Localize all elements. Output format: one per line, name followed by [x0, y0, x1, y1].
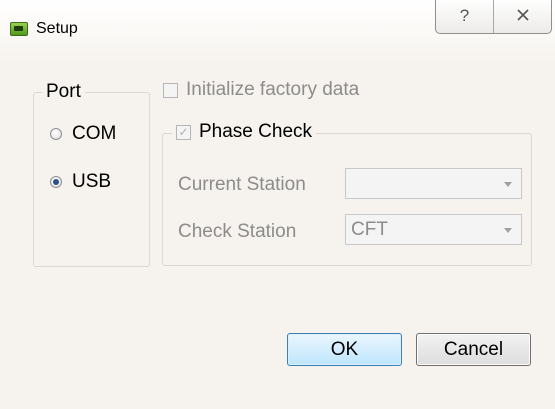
phase-check-box[interactable]: ✓ [176, 124, 191, 140]
help-icon: ? [459, 6, 470, 25]
setup-dialog: Setup ? Port COM USB Initialize factory … [0, 0, 555, 409]
radio-usb[interactable]: USB [50, 171, 111, 193]
initialize-factory-data-label: Initialize factory data [186, 79, 360, 100]
radio-usb-label: USB [72, 171, 112, 192]
port-group-title: Port [42, 81, 85, 103]
current-station-label: Current Station [178, 174, 306, 195]
radio-usb-indicator[interactable] [50, 176, 62, 188]
title-bar[interactable]: Setup ? [0, 0, 555, 62]
title-bar-buttons: ? [435, 0, 552, 34]
initialize-factory-data-checkbox[interactable]: Initialize factory data [163, 79, 359, 101]
chevron-down-icon [504, 228, 512, 233]
app-icon [10, 22, 28, 36]
check-station-label: Check Station [178, 221, 297, 242]
close-icon [516, 6, 529, 26]
window-title: Setup [36, 20, 78, 37]
initialize-factory-data-box[interactable] [163, 82, 178, 98]
help-button[interactable]: ? [436, 0, 493, 33]
check-station-select[interactable]: CFT [345, 214, 522, 245]
phase-check-groupbox [162, 133, 532, 266]
ok-button[interactable]: OK [287, 333, 402, 366]
radio-com[interactable]: COM [50, 123, 116, 145]
radio-com-label: COM [72, 123, 117, 144]
phase-check-checkbox[interactable]: ✓ Phase Check [172, 121, 317, 143]
current-station-select[interactable] [345, 168, 522, 199]
dialog-body: Port COM USB Initialize factory data ✓ P… [0, 62, 555, 409]
cancel-button[interactable]: Cancel [416, 333, 531, 366]
close-button[interactable] [493, 0, 551, 33]
check-station-value: CFT [351, 219, 388, 240]
phase-check-label: Phase Check [199, 121, 313, 142]
radio-com-indicator[interactable] [50, 128, 62, 140]
chevron-down-icon [504, 182, 512, 187]
